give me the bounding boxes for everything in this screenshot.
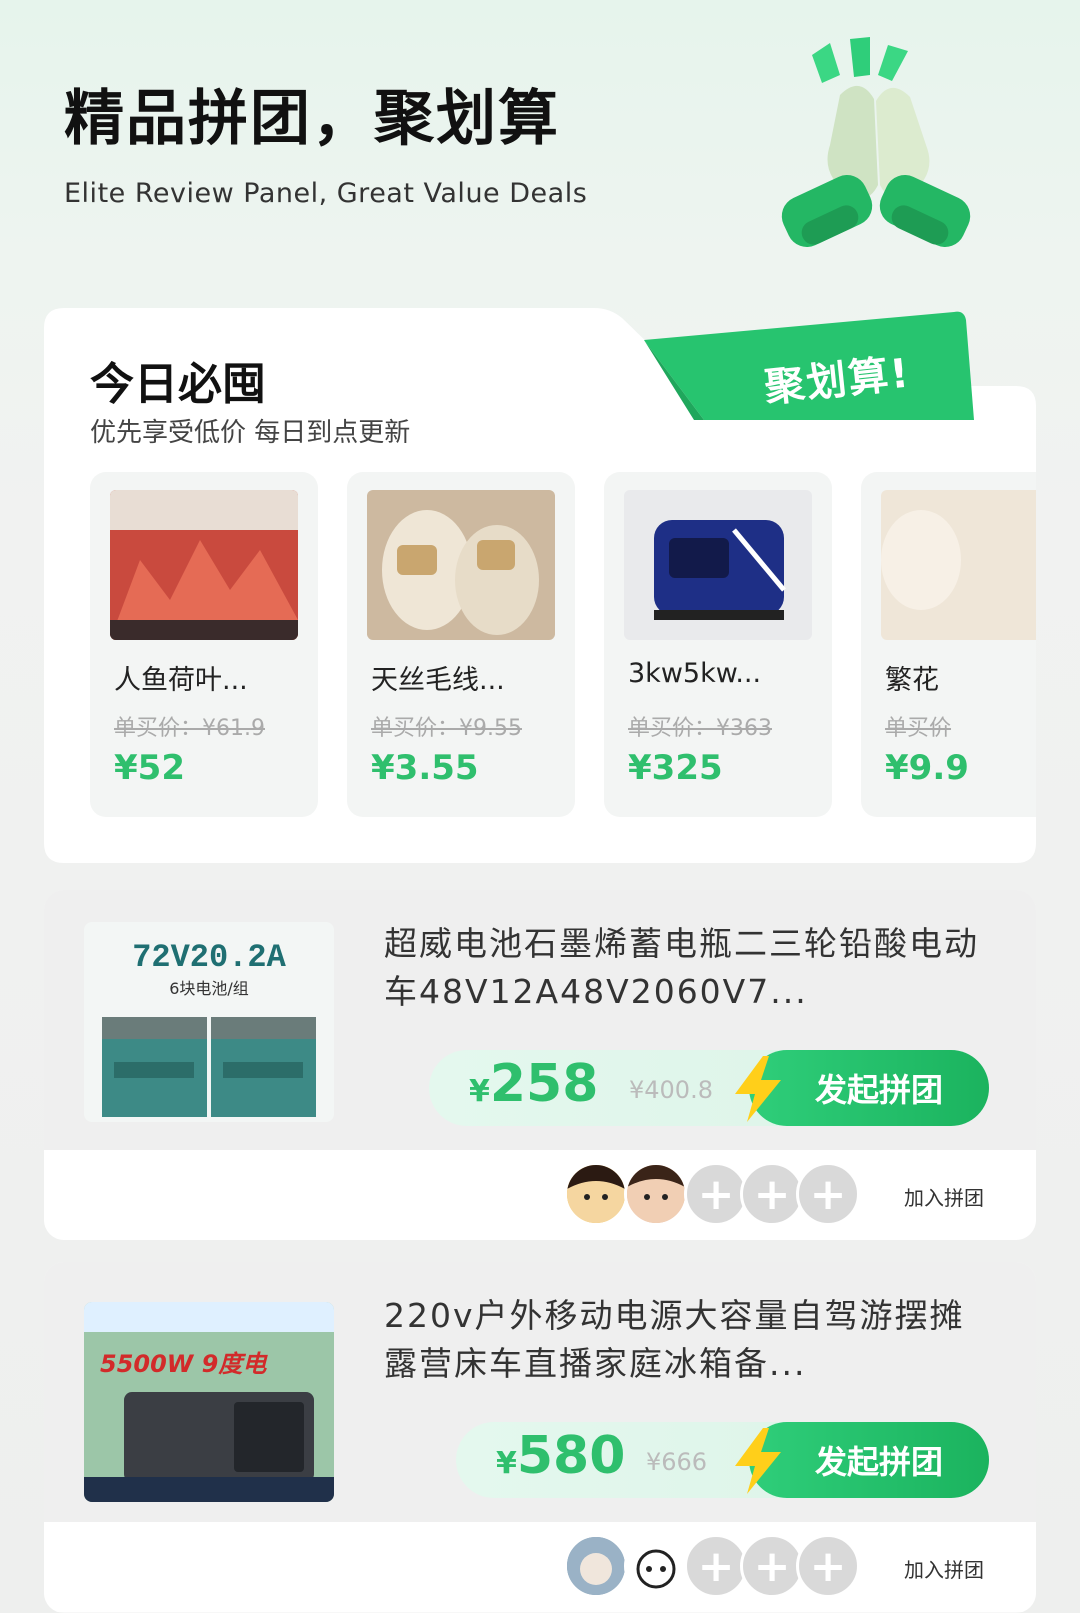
group-product-card[interactable]: 5500W 9度电 220v户外移动电源大容量自驾游摆摊露营床车直播家庭冰箱备.… [44, 1262, 1036, 1613]
empty-slot-plus-icon[interactable]: + [740, 1534, 804, 1598]
header: 精品拼团，聚划算 Elite Review Panel, Great Value… [0, 0, 1080, 300]
deal-item[interactable]: 人鱼荷叶... 单买价：¥61.9 ¥52 [90, 472, 318, 817]
join-group-link[interactable]: 加入拼团 [904, 1182, 984, 1211]
deal-price: ¥9.9 [885, 748, 969, 788]
product-image: 5500W 9度电 [84, 1302, 334, 1502]
price-pill: ¥258 ¥400.8 发起拼团 [429, 1050, 989, 1126]
lightning-icon [735, 1428, 781, 1494]
lightning-icon [735, 1056, 781, 1122]
deal-price: ¥52 [114, 748, 185, 788]
deal-name: 人鱼荷叶... [114, 665, 248, 696]
empty-slot-plus-icon[interactable]: + [796, 1534, 860, 1598]
deal-list[interactable]: 人鱼荷叶... 单买价：¥61.9 ¥52 天丝毛线... 单买价：¥9.55 … [90, 472, 1036, 817]
avatar [564, 1534, 628, 1598]
join-row: + + + 加入拼团 [44, 1522, 1036, 1612]
today-title: 今日必囤 [90, 359, 266, 410]
deal-image [367, 490, 555, 640]
product-image-title: 5500W 9度电 [100, 1350, 268, 1378]
deal-original-price: 单买价：¥9.55 [371, 716, 522, 741]
group-price: ¥580 [496, 1426, 626, 1486]
deal-original-price: 单买价：¥61.9 [114, 716, 265, 741]
deal-name: 天丝毛线... [371, 665, 505, 696]
deal-image [110, 490, 298, 640]
group-product-card[interactable]: 72V20.2A 6块电池/组 超威电池石墨烯蓄电瓶二三轮铅酸电动车48V12A… [44, 890, 1036, 1240]
original-price: ¥666 [646, 1448, 708, 1476]
original-price: ¥400.8 [629, 1076, 713, 1104]
avatar [624, 1162, 688, 1226]
deal-original-price: 单买价：¥363 [628, 716, 772, 741]
page-subtitle: Elite Review Panel, Great Value Deals [64, 178, 588, 209]
empty-slot-plus-icon[interactable]: + [740, 1162, 804, 1226]
deal-image [881, 490, 1036, 640]
avatar [564, 1162, 628, 1226]
product-image-title: 72V20.2A [132, 939, 286, 976]
avatar [624, 1534, 688, 1598]
deal-item[interactable]: 繁花 单买价 ¥9.9 [861, 472, 1036, 817]
deal-name: 繁花 [885, 665, 939, 696]
today-subtitle: 优先享受低价 每日到点更新 [90, 418, 411, 448]
deal-price: ¥325 [628, 748, 723, 788]
page-title: 精品拼团，聚划算 [64, 84, 560, 154]
empty-slot-plus-icon[interactable]: + [684, 1534, 748, 1598]
product-image-subtitle: 6块电池/组 [169, 979, 249, 998]
product-title: 220v户外移动电源大容量自驾游摆摊露营床车直播家庭冰箱备... [384, 1296, 965, 1383]
price-pill: ¥580 ¥666 发起拼团 [456, 1422, 989, 1498]
deal-original-price: 单买价 [885, 716, 952, 741]
praying-hands-icon [781, 37, 971, 248]
group-price: ¥258 [469, 1054, 599, 1114]
deal-name: 3kw5kw... [628, 658, 762, 689]
product-title: 超威电池石墨烯蓄电瓶二三轮铅酸电动车48V12A48V2060V7... [384, 924, 979, 1011]
product-image: 72V20.2A 6块电池/组 [84, 922, 334, 1122]
deal-item[interactable]: 3kw5kw... 单买价：¥363 ¥325 [604, 472, 832, 817]
deal-item[interactable]: 天丝毛线... 单买价：¥9.55 ¥3.55 [347, 472, 575, 817]
deal-image [624, 490, 812, 640]
join-group-link[interactable]: 加入拼团 [904, 1554, 984, 1583]
join-row: + + + 加入拼团 [44, 1150, 1036, 1240]
deal-price: ¥3.55 [371, 748, 479, 788]
empty-slot-plus-icon[interactable]: + [796, 1162, 860, 1226]
empty-slot-plus-icon[interactable]: + [684, 1162, 748, 1226]
today-deals-section: 聚划算! 今日必囤 优先享受低价 每日到点更新 人鱼荷叶... 单买价：¥61.… [44, 308, 1036, 863]
